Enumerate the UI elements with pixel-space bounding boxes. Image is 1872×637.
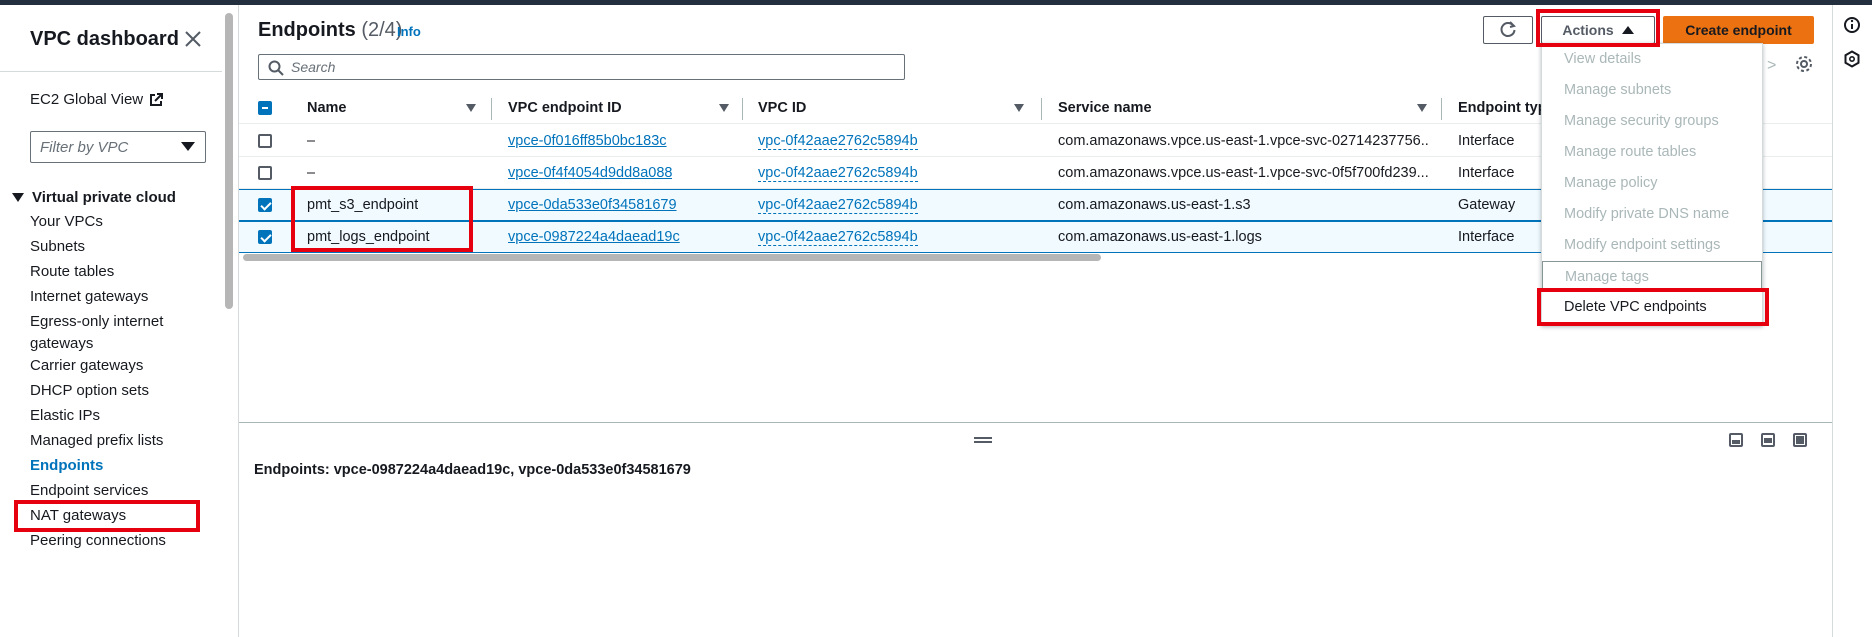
column-separator[interactable] xyxy=(1041,98,1042,120)
sidebar-section-virtual-private-cloud[interactable]: Virtual private cloud xyxy=(12,189,176,206)
caret-down-icon xyxy=(181,142,195,151)
sidebar-item-carrier-gateways[interactable]: Carrier gateways xyxy=(30,355,143,377)
sidebar-item-peering-connections[interactable]: Peering connections xyxy=(30,530,166,552)
row-name: pmt_s3_endpoint xyxy=(307,197,419,213)
search-input[interactable]: Search xyxy=(258,54,905,80)
sidebar-item-managed-prefix-lists[interactable]: Managed prefix lists xyxy=(30,430,163,452)
page-title: Endpoints (2/4) xyxy=(258,19,402,42)
search-placeholder: Search xyxy=(291,59,336,75)
sort-icon[interactable] xyxy=(1014,104,1024,112)
sidebar-item-elastic-ips[interactable]: Elastic IPs xyxy=(30,405,100,427)
panel-bottom-icon[interactable] xyxy=(1729,433,1743,447)
caret-up-icon xyxy=(1621,26,1634,34)
sidebar-item-endpoints[interactable]: Endpoints xyxy=(30,455,103,477)
menu-item-manage-tags: Manage tags xyxy=(1542,261,1762,292)
column-separator[interactable] xyxy=(742,98,743,120)
row-endpoint-id-link[interactable]: vpce-0f4f4054d9dd8a088 xyxy=(508,165,672,181)
row-name: – xyxy=(307,165,316,181)
column-separator[interactable] xyxy=(491,98,492,120)
panel-side-icon[interactable] xyxy=(1761,433,1775,447)
column-header-name[interactable]: Name xyxy=(307,100,347,116)
row-endpoint-type: Interface xyxy=(1458,165,1515,181)
menu-item-view-details: View details xyxy=(1564,51,1642,67)
refresh-button[interactable] xyxy=(1483,16,1533,44)
menu-item-manage-route-tables: Manage route tables xyxy=(1564,144,1697,160)
row-name: – xyxy=(307,133,316,149)
sidebar-title: VPC dashboard xyxy=(30,28,179,50)
row-endpoint-id-link[interactable]: vpce-0987224a4daead19c xyxy=(508,229,680,245)
resize-handle-icon[interactable] xyxy=(974,437,992,443)
sidebar-item-internet-gateways[interactable]: Internet gateways xyxy=(30,286,148,308)
right-rail xyxy=(1833,5,1872,637)
split-panel-controls xyxy=(1729,433,1807,447)
row-endpoint-id-link[interactable]: vpce-0da533e0f34581679 xyxy=(508,197,677,213)
menu-item-manage-subnets: Manage subnets xyxy=(1564,82,1672,98)
row-vpc-id-link[interactable]: vpc-0f42aae2762c5894b xyxy=(758,229,918,246)
row-service-name: com.amazonaws.us-east-1.s3 xyxy=(1058,197,1251,213)
menu-item-modify-endpoint-settings: Modify endpoint settings xyxy=(1564,237,1721,253)
column-separator[interactable] xyxy=(1441,98,1442,120)
row-endpoint-type: Interface xyxy=(1458,133,1515,149)
actions-button[interactable]: Actions xyxy=(1541,16,1655,44)
row-checkbox[interactable] xyxy=(258,134,272,148)
refresh-icon xyxy=(1500,21,1516,37)
ec2-global-view-link[interactable]: EC2 Global View xyxy=(30,91,164,108)
row-service-name: com.amazonaws.vpce.us-east-1.vpce-svc-0f… xyxy=(1058,165,1428,181)
row-vpc-id-link[interactable]: vpc-0f42aae2762c5894b xyxy=(758,133,918,150)
sidebar-item-route-tables[interactable]: Route tables xyxy=(30,261,114,283)
sidebar-divider xyxy=(0,71,222,72)
column-header-vpc-endpoint-id[interactable]: VPC endpoint ID xyxy=(508,100,622,116)
row-service-name: com.amazonaws.vpce.us-east-1.vpce-svc-02… xyxy=(1058,133,1428,149)
table-horizontal-scrollbar[interactable] xyxy=(243,254,1101,261)
external-link-icon xyxy=(149,92,164,107)
row-endpoint-type: Gateway xyxy=(1458,197,1516,213)
menu-item-delete-vpc-endpoints[interactable]: Delete VPC endpoints xyxy=(1542,292,1762,323)
sort-icon[interactable] xyxy=(719,104,729,112)
actions-label: Actions xyxy=(1562,22,1614,38)
info-circle-icon[interactable] xyxy=(1843,16,1861,39)
sort-icon[interactable] xyxy=(1417,104,1427,112)
column-header-service-name[interactable]: Service name xyxy=(1058,100,1152,116)
select-all-checkbox[interactable] xyxy=(258,101,272,115)
actions-dropdown-menu: View details Manage subnets Manage secur… xyxy=(1541,43,1763,326)
row-vpc-id-link[interactable]: vpc-0f42aae2762c5894b xyxy=(758,165,918,182)
sidebar-item-egress-only-internet-gateways[interactable]: Egress-only internet gateways xyxy=(30,311,180,355)
row-checkbox[interactable] xyxy=(258,166,272,180)
sidebar-item-nat-gateways[interactable]: NAT gateways xyxy=(30,505,126,527)
sort-icon[interactable] xyxy=(466,104,476,112)
sidebar-scrollbar[interactable] xyxy=(225,13,233,309)
close-icon[interactable] xyxy=(183,29,203,49)
search-icon xyxy=(268,60,284,76)
sidebar: VPC dashboard EC2 Global View Filter by … xyxy=(0,5,233,637)
sidebar-item-endpoint-services[interactable]: Endpoint services xyxy=(30,480,148,502)
menu-item-manage-security-groups: Manage security groups xyxy=(1564,113,1719,129)
column-header-vpc-id[interactable]: VPC ID xyxy=(758,100,806,116)
sidebar-item-subnets[interactable]: Subnets xyxy=(30,236,85,258)
menu-item-modify-private-dns-name: Modify private DNS name xyxy=(1564,206,1730,222)
sidebar-item-your-vpcs[interactable]: Your VPCs xyxy=(30,211,103,233)
row-checkbox[interactable] xyxy=(258,230,272,244)
info-link[interactable]: Info xyxy=(397,24,421,39)
sidebar-section-label: Virtual private cloud xyxy=(32,189,176,206)
caret-down-icon xyxy=(12,193,24,202)
row-vpc-id-link[interactable]: vpc-0f42aae2762c5894b xyxy=(758,197,918,214)
gear-icon[interactable] xyxy=(1795,55,1813,78)
selected-endpoints-summary: Endpoints: vpce-0987224a4daead19c, vpce-… xyxy=(254,462,691,478)
ec2-global-view-label: EC2 Global View xyxy=(30,91,144,108)
filter-by-vpc-placeholder: Filter by VPC xyxy=(40,138,129,156)
row-name: pmt_logs_endpoint xyxy=(307,229,430,245)
hexagon-icon[interactable] xyxy=(1843,50,1861,73)
row-endpoint-type: Interface xyxy=(1458,229,1515,245)
sidebar-item-dhcp-option-sets[interactable]: DHCP option sets xyxy=(30,380,149,402)
page-title-text: Endpoints xyxy=(258,19,356,41)
split-panel-divider xyxy=(239,422,1832,423)
menu-item-manage-policy: Manage policy xyxy=(1564,175,1658,191)
filter-by-vpc-select[interactable]: Filter by VPC xyxy=(30,131,206,163)
pagination-next[interactable]: > xyxy=(1767,57,1776,75)
create-endpoint-button[interactable]: Create endpoint xyxy=(1663,16,1814,44)
row-endpoint-id-link[interactable]: vpce-0f016ff85b0bc183c xyxy=(508,133,667,149)
row-checkbox[interactable] xyxy=(258,198,272,212)
row-service-name: com.amazonaws.us-east-1.logs xyxy=(1058,229,1262,245)
panel-full-icon[interactable] xyxy=(1793,433,1807,447)
